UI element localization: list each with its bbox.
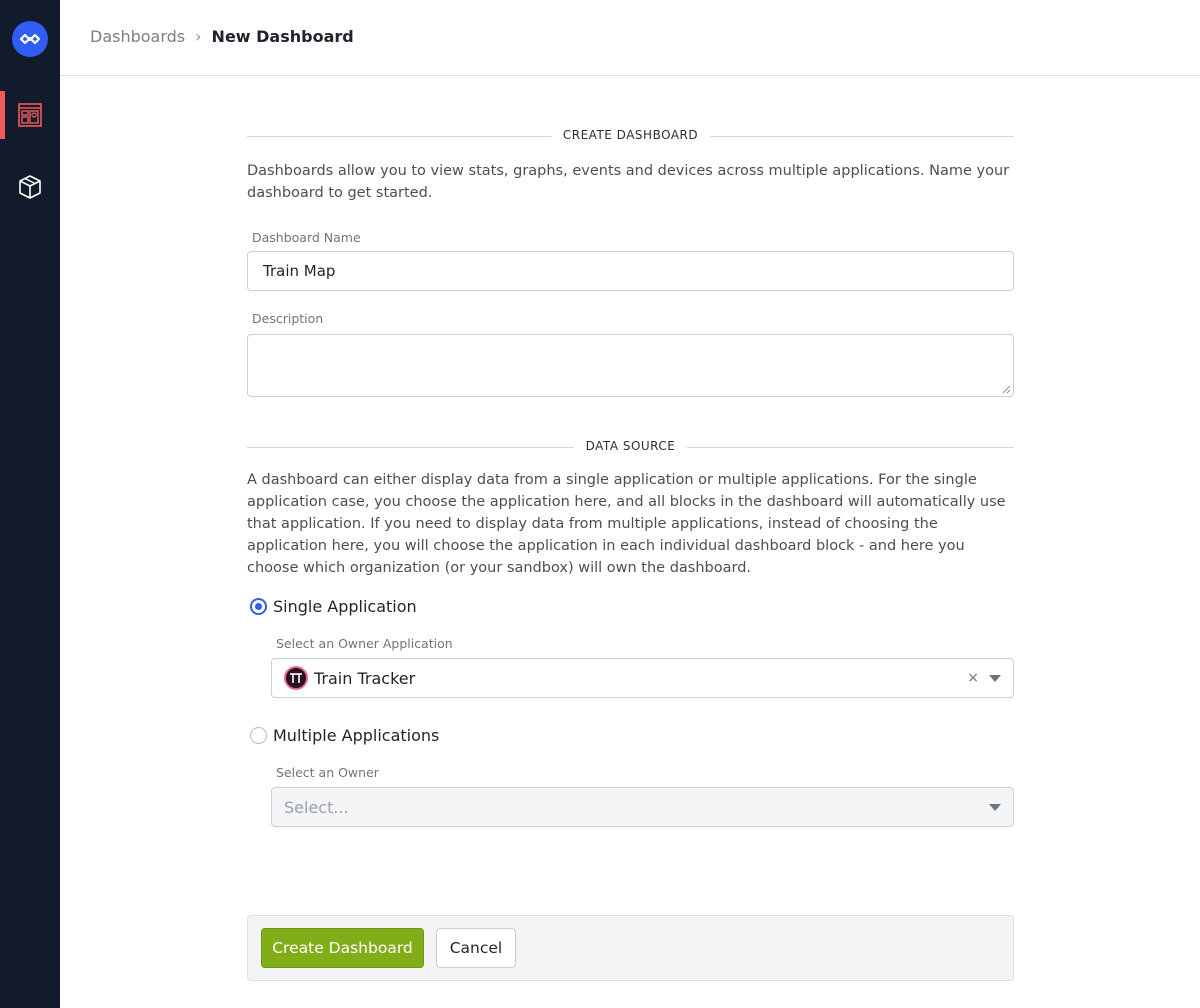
dashboard-icon	[18, 103, 42, 127]
chevron-down-icon[interactable]	[989, 804, 1001, 811]
breadcrumb-separator: ›	[195, 27, 202, 46]
owner-application-label: Select an Owner Application	[276, 636, 453, 651]
single-application-option[interactable]: Single Application	[247, 597, 1014, 616]
data-source-divider: DATA SOURCE	[247, 431, 1014, 465]
create-dashboard-divider: CREATE DASHBOARD	[247, 120, 1014, 154]
resize-handle-icon[interactable]	[1002, 385, 1011, 394]
dashboard-name-label: Dashboard Name	[252, 230, 361, 245]
data-source-description: A dashboard can either display data from…	[247, 472, 1006, 576]
dashboard-name-input[interactable]: Train Map	[247, 251, 1014, 291]
logo-icon	[19, 33, 41, 45]
section-title-create: CREATE DASHBOARD	[550, 128, 711, 142]
multiple-applications-radio[interactable]	[250, 727, 267, 744]
owner-application-select[interactable]: Train Tracker ×	[271, 658, 1014, 698]
single-application-label: Single Application	[273, 597, 417, 616]
sidebar-item-applications[interactable]	[0, 163, 60, 211]
train-tracker-app-icon	[284, 666, 308, 690]
page-header: Dashboards › New Dashboard	[60, 0, 1200, 76]
chevron-down-icon[interactable]	[989, 675, 1001, 682]
single-application-radio[interactable]	[250, 598, 267, 615]
box-icon	[19, 175, 41, 199]
clear-icon[interactable]: ×	[967, 670, 979, 686]
breadcrumb: Dashboards › New Dashboard	[90, 27, 354, 46]
owner-select[interactable]: Select...	[271, 787, 1014, 827]
multiple-applications-option[interactable]: Multiple Applications	[247, 726, 1014, 745]
dashboard-name-value: Train Map	[263, 262, 336, 280]
owner-application-value: Train Tracker	[314, 668, 416, 688]
sidebar	[0, 0, 60, 1008]
breadcrumb-current: New Dashboard	[211, 27, 354, 46]
breadcrumb-dashboards-link[interactable]: Dashboards	[90, 27, 185, 46]
create-dashboard-button[interactable]: Create Dashboard	[261, 928, 424, 968]
sidebar-item-dashboards[interactable]	[0, 91, 60, 139]
owner-label: Select an Owner	[276, 765, 379, 780]
owner-select-placeholder: Select...	[284, 797, 349, 817]
cancel-button[interactable]: Cancel	[436, 928, 516, 968]
create-dashboard-form: CREATE DASHBOARD Dashboards allow you to…	[247, 120, 1014, 827]
multiple-applications-label: Multiple Applications	[273, 726, 440, 745]
create-description: Dashboards allow you to view stats, grap…	[247, 163, 1010, 201]
section-title-data-source: DATA SOURCE	[573, 439, 688, 453]
description-label: Description	[252, 311, 324, 326]
form-actions: Create Dashboard Cancel	[247, 915, 1014, 981]
description-textarea[interactable]	[247, 334, 1014, 397]
app-logo[interactable]	[12, 21, 48, 57]
